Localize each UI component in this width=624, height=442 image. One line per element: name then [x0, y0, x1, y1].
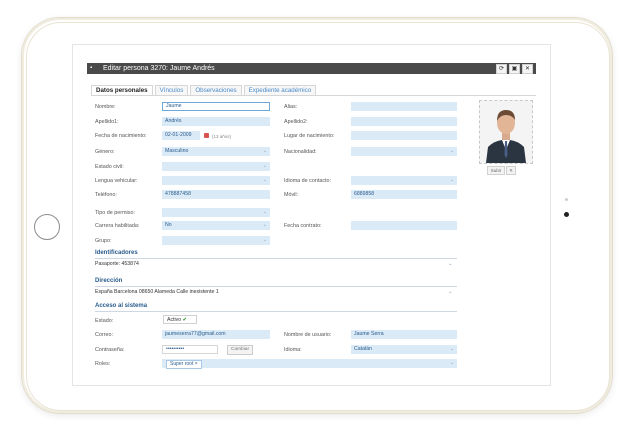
fecha-contrato-input[interactable]	[351, 221, 457, 230]
chevron-down-icon[interactable]: ⌄	[448, 261, 453, 267]
tab-vinculos[interactable]: Vínculos	[154, 85, 189, 95]
chevron-down-icon: ⌄	[262, 177, 267, 183]
role-tag[interactable]: Super root ×	[166, 360, 202, 369]
profile-photo-image	[480, 101, 532, 163]
chevron-down-icon[interactable]: ⌄	[448, 289, 453, 295]
contrasena-label: Contraseña:	[95, 347, 125, 353]
movil-input[interactable]: 6889858	[351, 190, 457, 199]
apellido2-input[interactable]	[351, 117, 457, 126]
apellido1-label: Apellido1:	[95, 119, 119, 125]
lugar-nacimiento-input[interactable]	[351, 131, 457, 140]
chevron-down-icon: ⌄	[262, 237, 267, 243]
camera-icon	[564, 212, 569, 217]
chevron-down-icon: ⌄	[449, 346, 454, 352]
estado-civil-label: Estado civil:	[95, 164, 124, 170]
fecha-nacimiento-input[interactable]: 02-01-2009	[162, 131, 200, 140]
acceso-heading: Acceso al sistema	[95, 303, 148, 309]
upload-photo-button[interactable]: Subir	[487, 166, 505, 175]
grupo-select[interactable]: ⌄	[162, 236, 270, 245]
alias-label: Alias:	[284, 104, 298, 110]
tab-expediente[interactable]: Expediente académico	[243, 85, 317, 95]
apellido1-input[interactable]: Andrés	[162, 117, 270, 126]
sensor-dot	[565, 198, 568, 201]
lugar-nacimiento-label: Lugar de nacimiento:	[284, 133, 335, 139]
estado-value: Activo	[167, 317, 182, 323]
tipo-permiso-select[interactable]: ⌄	[162, 208, 270, 217]
usuario-label: Nombre de usuario:	[284, 332, 332, 338]
nombre-input[interactable]: Jaume	[162, 102, 270, 111]
window-menu-icon[interactable]: ▪	[90, 63, 92, 74]
chevron-down-icon: ⌄	[449, 148, 454, 154]
genero-label: Género:	[95, 149, 115, 155]
telefono-input[interactable]: 478887458	[162, 190, 270, 199]
chevron-down-icon: ⌄	[262, 222, 267, 228]
movil-label: Móvil:	[284, 192, 299, 198]
tab-bar: Datos personales Vínculos Observaciones …	[91, 85, 317, 95]
estado-civil-select[interactable]: ⌄	[162, 162, 270, 171]
check-icon: ✔	[182, 317, 187, 323]
tab-divider	[91, 95, 536, 96]
close-button[interactable]: ✕	[522, 64, 533, 74]
maximize-button[interactable]: ▣	[509, 64, 520, 74]
idioma-contacto-label: Idioma de contacto:	[284, 178, 332, 184]
refresh-button[interactable]: ⟳	[496, 64, 507, 74]
chevron-down-icon: ⌄	[449, 177, 454, 183]
section-divider	[95, 311, 457, 312]
chevron-down-icon: ⌄	[449, 360, 454, 366]
idioma-value: Catalán	[354, 346, 372, 352]
estado-toggle[interactable]: Activo ✔	[163, 315, 197, 324]
section-divider	[95, 286, 457, 287]
grupo-label: Grupo:	[95, 238, 112, 244]
cambiar-password-button[interactable]: Cambiar	[227, 345, 253, 355]
telefono-label: Teléfono:	[95, 192, 117, 198]
remove-photo-button[interactable]: ✕	[506, 166, 516, 175]
genero-value: Masculino	[165, 148, 189, 154]
window-title: Editar persona 3270: Jaume Andrés	[103, 65, 215, 72]
tab-observaciones[interactable]: Observaciones	[190, 85, 242, 95]
window-titlebar: ▪ Editar persona 3270: Jaume Andrés ⟳ ▣ …	[87, 63, 536, 74]
tipo-permiso-label: Tipo de permiso:	[95, 210, 135, 216]
carrera-value: No	[165, 222, 172, 228]
nacionalidad-label: Nacionalidad:	[284, 149, 317, 155]
home-button[interactable]	[34, 214, 60, 240]
fecha-nacimiento-label: Fecha de nacimiento:	[95, 133, 147, 139]
chevron-down-icon: ⌄	[262, 148, 267, 154]
roles-select[interactable]: ⌄	[162, 359, 457, 368]
calendar-icon[interactable]	[204, 133, 209, 138]
chevron-down-icon: ⌄	[262, 163, 267, 169]
lengua-label: Lengua vehicular:	[95, 178, 138, 184]
idioma-select[interactable]: Catalán ⌄	[351, 345, 457, 354]
profile-photo[interactable]	[479, 100, 533, 164]
tab-datos-personales[interactable]: Datos personales	[91, 85, 153, 95]
nombre-label: Nombre:	[95, 104, 116, 110]
fecha-contrato-label: Fecha contrato:	[284, 223, 322, 229]
age-text: (13 años)	[212, 134, 232, 139]
estado-label: Estado:	[95, 318, 114, 324]
direccion-value: España Barcelona 08650 Alameda Calle ine…	[95, 289, 219, 295]
nacionalidad-select[interactable]: ⌄	[351, 147, 457, 156]
carrera-select[interactable]: No ⌄	[162, 221, 270, 230]
usuario-input[interactable]: Jaume Serra	[351, 330, 457, 339]
contrasena-input[interactable]: ••••••••••	[162, 345, 218, 354]
chevron-down-icon: ⌄	[262, 209, 267, 215]
section-divider	[95, 258, 457, 259]
correo-label: Correo:	[95, 332, 113, 338]
lengua-select[interactable]: ⌄	[162, 176, 270, 185]
idioma-contacto-select[interactable]: ⌄	[351, 176, 457, 185]
apellido2-label: Apellido2:	[284, 119, 308, 125]
carrera-label: Carrera habilitada:	[95, 223, 140, 229]
alias-input[interactable]	[351, 102, 457, 111]
identificadores-heading: Identificadores	[95, 250, 138, 256]
correo-input[interactable]: jaumeserra77@gmail.com	[162, 330, 270, 339]
idioma-label: Idioma:	[284, 347, 302, 353]
identificadores-value: Pasaporte: 453874	[95, 261, 139, 267]
direccion-heading: Dirección	[95, 278, 123, 284]
tablet-screen: ▪ Editar persona 3270: Jaume Andrés ⟳ ▣ …	[72, 44, 551, 386]
genero-select[interactable]: Masculino ⌄	[162, 147, 270, 156]
roles-label: Roles:	[95, 361, 111, 367]
